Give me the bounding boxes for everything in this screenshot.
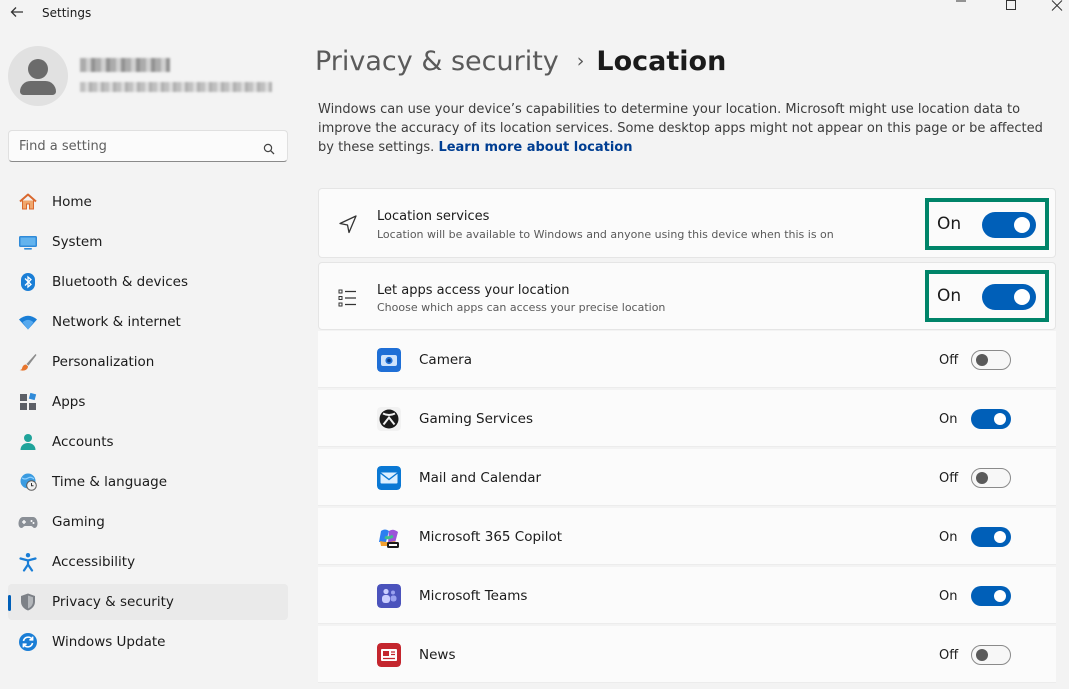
list-item: Microsoft Teams On [318,567,1056,624]
chevron-right-icon: › [576,50,585,72]
account-icon [18,432,38,452]
sidebar-item-windows-update[interactable]: Windows Update [8,624,288,660]
minimize-icon[interactable] [938,0,984,14]
news-icon [377,643,401,667]
search-box[interactable] [8,130,288,162]
sidebar-item-personalization[interactable]: Personalization [8,344,288,380]
list-item: News Off [318,626,1056,683]
sidebar-item-system[interactable]: System [8,224,288,260]
sidebar-item-apps[interactable]: Apps [8,384,288,420]
location-services-title: Location services [377,209,490,224]
teams-toggle[interactable] [971,586,1011,606]
close-icon[interactable] [1034,0,1069,14]
sidebar-item-privacy-security[interactable]: Privacy & security [8,584,288,620]
copilot-toggle[interactable] [971,527,1011,547]
system-icon [18,232,38,252]
location-arrow-icon [337,213,359,235]
gaming-services-toggle[interactable] [971,409,1011,429]
list-item: Mail and Calendar Off [318,449,1056,506]
search-input[interactable] [19,137,249,155]
sidebar-item-time-language[interactable]: Time & language [8,464,288,500]
app-access-subtitle: Choose which apps can access your precis… [377,301,666,314]
mail-icon [377,466,401,490]
copilot-icon [377,525,401,549]
search-icon[interactable] [263,140,275,155]
wifi-icon [18,312,38,332]
sidebar-nav: Home System Bluetooth & devices Network … [8,184,288,664]
location-services-toggle-highlight: On [925,198,1049,250]
camera-toggle[interactable] [971,350,1011,370]
title-bar: Settings [0,0,1069,28]
sidebar-item-gaming[interactable]: Gaming [8,504,288,540]
list-item: Microsoft 365 Copilot On [318,508,1056,565]
mail-calendar-toggle[interactable] [971,468,1011,488]
apps-icon [18,392,38,412]
globe-clock-icon [18,472,38,492]
app-access-toggle-highlight: On [925,270,1049,322]
location-services-toggle[interactable] [982,212,1036,238]
sidebar-item-accounts[interactable]: Accounts [8,424,288,460]
sidebar-item-bluetooth-devices[interactable]: Bluetooth & devices [8,264,288,300]
learn-more-link[interactable]: Learn more about location [438,140,632,155]
app-access-state: On [937,286,962,306]
teams-icon [377,584,401,608]
shield-icon [18,592,38,612]
page-description: Windows can use your device’s capabiliti… [318,102,1043,155]
sidebar-item-network-internet[interactable]: Network & internet [8,304,288,340]
user-email-redacted [80,82,272,92]
news-toggle[interactable] [971,645,1011,665]
app-list: Camera Off Gaming Services On Mail and C… [318,331,1056,685]
bluetooth-icon [18,272,38,292]
app-access-toggle[interactable] [982,284,1036,310]
list-icon [337,287,359,309]
location-services-subtitle: Location will be available to Windows an… [377,228,834,241]
update-icon [18,632,38,652]
location-services-state: On [937,214,962,234]
app-access-title: Let apps access your location [377,283,570,298]
breadcrumb: Privacy & security › Location [315,46,726,86]
accessibility-icon [18,552,38,572]
xbox-icon [377,407,401,431]
sidebar-item-home[interactable]: Home [8,184,288,220]
home-icon [18,192,38,212]
list-item: Camera Off [318,331,1056,388]
gamepad-icon [18,512,38,532]
avatar [8,46,68,106]
sidebar-item-accessibility[interactable]: Accessibility [8,544,288,580]
user-name-redacted [80,58,170,72]
page-title: Location [596,46,727,77]
back-arrow-icon[interactable] [8,4,26,22]
app-title: Settings [42,6,92,20]
user-profile[interactable] [8,46,288,108]
brush-icon [18,352,38,372]
breadcrumb-parent[interactable]: Privacy & security [315,46,559,77]
maximize-icon[interactable] [988,0,1034,14]
camera-icon [377,348,401,372]
list-item: Gaming Services On [318,390,1056,447]
